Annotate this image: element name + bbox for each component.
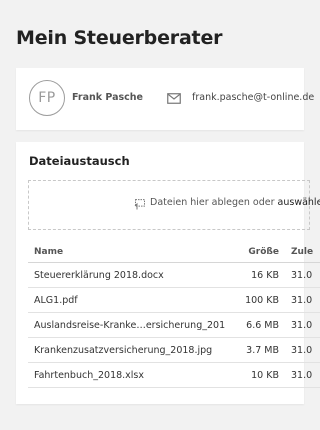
select-files-link[interactable]: auswählen xyxy=(278,197,320,208)
file-name[interactable]: Fahrtenbuch_2018.xlsx xyxy=(28,362,225,388)
envelope-icon xyxy=(167,93,181,104)
table-row[interactable]: Steuererklärung 2018.docx 16 KB 31.0 xyxy=(28,262,320,288)
page-title: Mein Steuerberater xyxy=(16,27,223,49)
advisor-name: Frank Pasche xyxy=(72,92,143,103)
file-dropzone[interactable]: Dateien hier ablegen oder auswählen xyxy=(28,180,320,230)
table-row[interactable]: Krankenzusatzversicherung_2018.jpg 3.7 M… xyxy=(28,337,320,363)
table-row[interactable]: Fahrtenbuch_2018.xlsx 10 KB 31.0 xyxy=(28,362,320,388)
file-name[interactable]: ALG1.pdf xyxy=(28,287,225,313)
file-date: 31.0 xyxy=(285,362,320,388)
files-table: Name Größe Zule Steuererklärung 2018.doc… xyxy=(28,242,320,388)
file-size: 6.6 MB xyxy=(225,312,285,338)
file-name[interactable]: Steuererklärung 2018.docx xyxy=(28,262,225,288)
column-header-size[interactable]: Größe xyxy=(225,242,285,263)
file-date: 31.0 xyxy=(285,312,320,338)
file-date: 31.0 xyxy=(285,337,320,363)
table-row[interactable]: Auslandsreise-Kranke…ersicherung_2018.jp… xyxy=(28,312,320,338)
file-date: 31.0 xyxy=(285,262,320,288)
table-header-row: Name Größe Zule xyxy=(28,242,320,263)
avatar: FP xyxy=(29,80,65,116)
table-row[interactable]: ALG1.pdf 100 KB 31.0 xyxy=(28,287,320,313)
file-exchange-card: Dateiaustausch Dateien hier ablegen oder… xyxy=(16,142,320,404)
dropzone-text: Dateien hier ablegen oder auswählen xyxy=(150,197,320,208)
column-header-date[interactable]: Zule xyxy=(285,242,320,263)
file-size: 16 KB xyxy=(225,262,285,288)
advisor-email-link[interactable]: frank.pasche@t-online.de xyxy=(192,92,314,103)
file-size: 10 KB xyxy=(225,362,285,388)
file-size: 3.7 MB xyxy=(225,337,285,363)
file-size: 100 KB xyxy=(225,287,285,313)
dropzone-hint: Dateien hier ablegen oder xyxy=(150,197,278,208)
section-title: Dateiaustausch xyxy=(29,154,130,168)
file-name[interactable]: Krankenzusatzversicherung_2018.jpg xyxy=(28,337,225,363)
upload-icon xyxy=(134,199,145,210)
file-date: 31.0 xyxy=(285,287,320,313)
file-name[interactable]: Auslandsreise-Kranke…ersicherung_2018.jp… xyxy=(28,312,225,338)
advisor-card: FP Frank Pasche frank.pasche@t-online.de xyxy=(16,68,314,130)
column-header-name[interactable]: Name xyxy=(28,242,225,263)
